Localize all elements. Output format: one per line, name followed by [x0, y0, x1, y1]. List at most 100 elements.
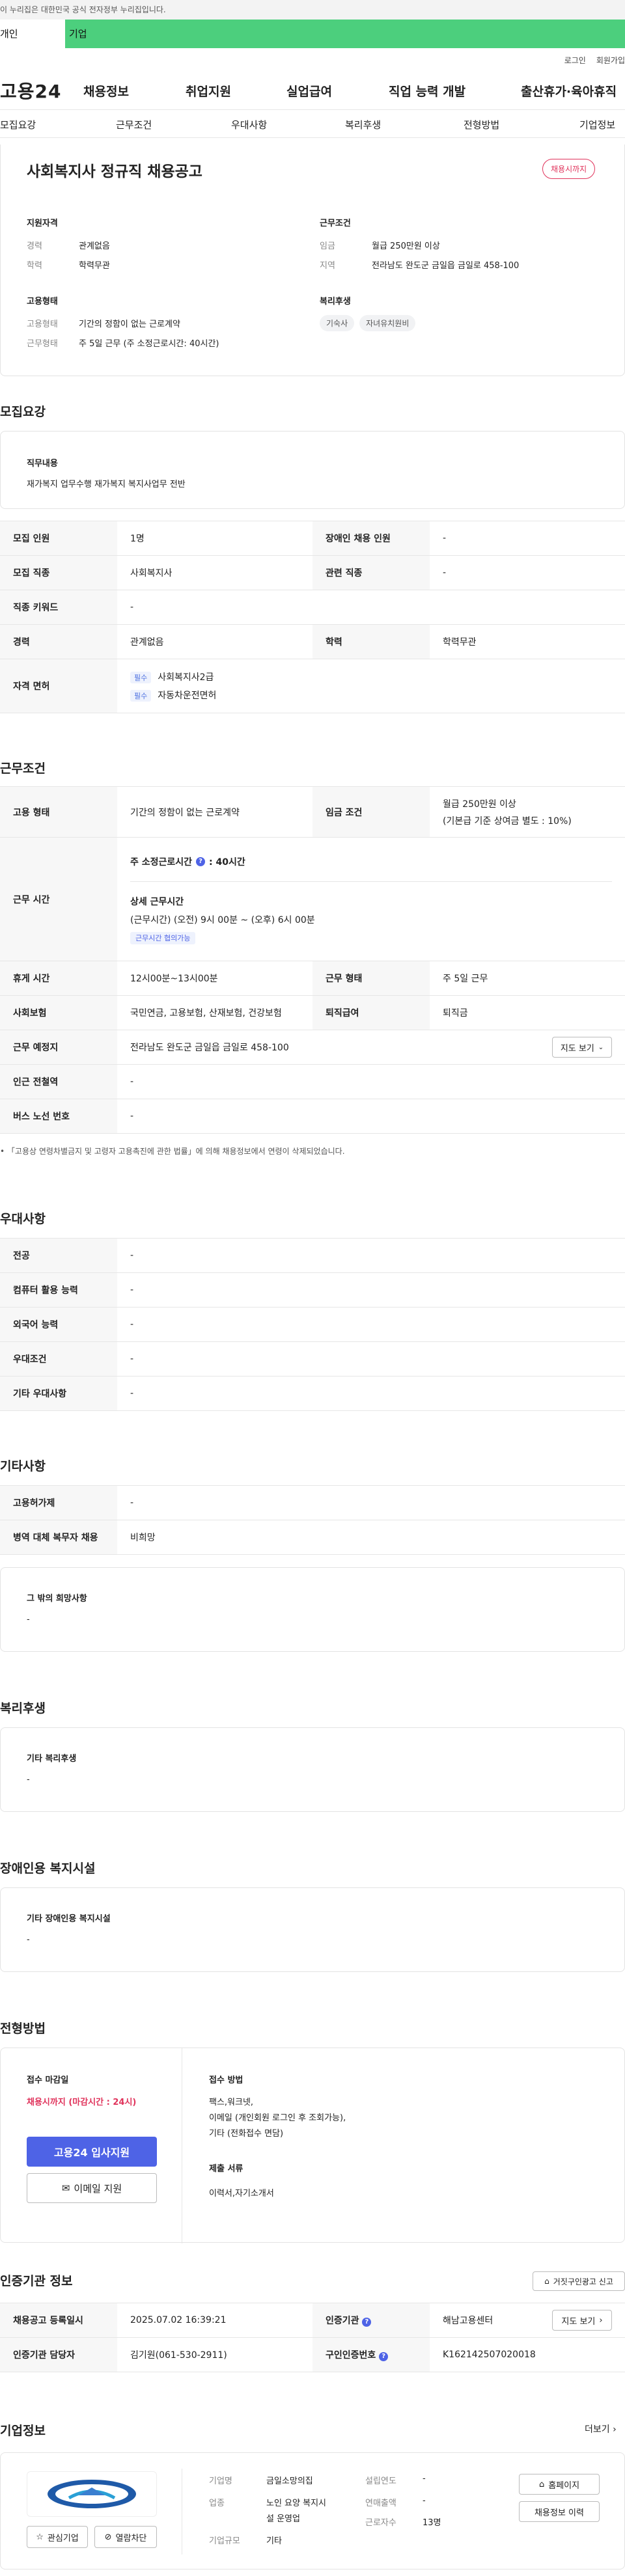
career-value: 관계없음 — [117, 624, 312, 659]
wish-card: 그 밖의 희망사항 - — [0, 1567, 625, 1652]
signup-link[interactable]: 회원가입 — [596, 55, 625, 66]
tab-personal[interactable]: 개인 — [0, 20, 65, 48]
tab-company[interactable]: 기업 — [65, 20, 87, 48]
docs-heading: 제출 서류 — [209, 2164, 243, 2174]
computer-skill-label: 컴퓨터 활용 능력 — [0, 1272, 117, 1308]
workplace-value: 전라남도 완도군 금일읍 금일로 458-100 — [130, 1043, 289, 1053]
method-heading: 접수 방법 — [209, 2076, 243, 2085]
company-more-label: 더보기 — [585, 2424, 610, 2435]
method-value-3: 기타 (전화접수 면담) — [209, 2129, 284, 2139]
info-icon[interactable]: ? — [362, 2318, 372, 2327]
industry-value-1: 노인 요양 복지시 — [266, 2499, 326, 2508]
tab-welfare[interactable]: 복리후생 — [345, 118, 381, 131]
workplace-cell: 전라남도 완도군 금일읍 금일로 458-100 지도 보기 ⌄ — [117, 1030, 625, 1065]
reg-date-label: 채용공고 등록일시 — [0, 2303, 117, 2338]
gnb-job-training[interactable]: 직업 능력 개발 — [389, 82, 465, 100]
info-icon[interactable]: ? — [379, 2352, 389, 2361]
welfare-badges: 기숙사 자녀유치원비 — [320, 315, 421, 331]
employment-heading: 고용형태 — [27, 297, 58, 307]
sales-value: - — [423, 2496, 426, 2506]
tab-recruit[interactable]: 모집요강 — [0, 118, 36, 131]
company-more-link[interactable]: 더보기 › — [585, 2422, 617, 2435]
tab-work-conditions[interactable]: 근무조건 — [116, 118, 152, 131]
company-card: ☆ 관심기업 ⊘ 열람차단 기업명 금일소망의집 업종 노인 요양 복지시 설 운영… — [0, 2452, 625, 2569]
block-view-button[interactable]: ⊘ 열람차단 — [94, 2526, 157, 2548]
disabled-facility-box-value: - — [27, 1935, 30, 1945]
duty-card: 직무내용 재가복지 업무수행 재가복지 복지사업무 전반 — [0, 431, 625, 509]
disabled-facility-card: 기타 장애인용 복지시설 - — [0, 1887, 625, 1972]
related-job-label: 관련 직종 — [312, 555, 430, 590]
break-value: 12시00분~13시00분 — [117, 961, 312, 996]
info-icon[interactable]: ? — [196, 857, 206, 866]
duty-heading: 직무내용 — [27, 459, 58, 469]
language-label: 외국어 능력 — [0, 1307, 117, 1342]
false-ad-report-label: 거짓구인광고 신고 — [553, 2277, 613, 2286]
retirement-label: 퇴직급여 — [312, 995, 430, 1030]
work-heading: 근무조건 — [0, 761, 46, 776]
welfare-card: 기타 복리후생 - — [0, 1727, 625, 1812]
job-history-button[interactable]: 채용정보 이력 — [519, 2501, 600, 2522]
map-button[interactable]: 지도 보기 ⌄ — [552, 1037, 612, 1058]
emp-type-label: 고용 형태 — [0, 786, 117, 838]
company-size-label: 기업규모 — [209, 2536, 240, 2546]
work-permit-label: 고용허가제 — [0, 1485, 117, 1520]
gnb-unemployment-benefit[interactable]: 실업급여 — [286, 82, 332, 100]
util-links: 로그인 회원가입 — [0, 48, 625, 72]
tab-company-info[interactable]: 기업정보 — [579, 118, 615, 131]
gnb-job-info[interactable]: 채용정보 — [83, 82, 129, 100]
email-apply-label: 이메일 지원 — [74, 2182, 122, 2195]
tab-preferences[interactable]: 우대사항 — [231, 118, 267, 131]
block-icon: ⊘ — [104, 2532, 112, 2542]
cert-agency-label: 인증기관 ? — [312, 2303, 430, 2338]
false-ad-report-button[interactable]: ⌂ 거짓구인광고 신고 — [533, 2271, 625, 2291]
wage-label: 임금 조건 — [312, 786, 430, 838]
agency-map-label: 지도 보기 — [561, 2316, 596, 2327]
prefer-heading: 우대사항 — [0, 1212, 46, 1226]
chevron-down-icon: ⌄ — [598, 1043, 604, 1051]
license-label: 자격 면허 — [0, 659, 117, 713]
welfare-heading: 복리후생 — [320, 297, 351, 307]
qual-edu-value: 학력무관 — [79, 261, 110, 271]
apply-button[interactable]: 고용24 입사지원 — [27, 2137, 157, 2167]
language-value: - — [117, 1307, 625, 1342]
cert-agency-value: 해남고용센터 — [443, 2316, 493, 2326]
military-service-value: 비희망 — [117, 1520, 625, 1555]
sales-label: 연매출액 — [365, 2499, 396, 2508]
preference-value: - — [117, 1341, 625, 1377]
work-permit-value: - — [117, 1485, 625, 1520]
hours-main-value: : 40시간 — [209, 857, 245, 868]
gov-notice-bar: 이 누리집은 대한민국 공식 전자정부 누리집입니다. — [0, 0, 625, 20]
tab-selection[interactable]: 전형방법 — [464, 118, 499, 131]
disabled-count-label: 장애인 채용 인원 — [312, 521, 430, 556]
company-name-value: 금일소망의집 — [266, 2476, 313, 2486]
hours-cell: 주 소정근로시간 ? : 40시간 상세 근무시간 (근무시간) (오전) 9시… — [117, 837, 625, 961]
deadline-value: 채용시까지 (마감시간 : 24시) — [27, 2098, 137, 2107]
email-apply-button[interactable]: ✉ 이메일 지원 — [27, 2173, 157, 2203]
education-value: 학력무관 — [430, 624, 625, 659]
docs-value: 이력서,자기소개서 — [209, 2189, 274, 2199]
career-label: 경력 — [0, 624, 117, 659]
homepage-button[interactable]: ⌂ 홈페이지 — [519, 2474, 600, 2495]
industry-label: 업종 — [209, 2499, 225, 2508]
site-logo[interactable]: 고용24 — [0, 77, 83, 103]
block-view-label: 열람차단 — [115, 2533, 147, 2543]
bus-label: 버스 노선 번호 — [0, 1099, 117, 1134]
gnb-parental-leave[interactable]: 출산휴가·육아휴직 — [521, 82, 617, 100]
work-table: 고용 형태 기간의 정함이 없는 근로계약 임금 조건 월급 250만원 이상 … — [0, 786, 625, 1134]
shift-value: 주 5일 근무 — [430, 961, 625, 996]
wage-bonus: (기본급 기준 상여금 별도 : 10%) — [443, 815, 572, 827]
agency-map-button[interactable]: 지도 보기 › — [552, 2310, 612, 2331]
military-service-label: 병역 대체 복무자 채용 — [0, 1520, 117, 1555]
related-job-value: - — [430, 555, 625, 590]
login-link[interactable]: 로그인 — [564, 55, 586, 66]
gnb-employment-support[interactable]: 취업지원 — [186, 82, 231, 100]
staff-value: 13명 — [423, 2518, 441, 2528]
cert-number-label-text: 구인인증번호 — [326, 2350, 376, 2361]
favorite-company-button[interactable]: ☆ 관심기업 — [27, 2526, 88, 2548]
company-heading: 기업정보 — [0, 2424, 46, 2438]
emp-type-label: 고용형태 — [27, 320, 58, 329]
welfare-box-heading: 기타 복리후생 — [27, 1754, 77, 1764]
bus-value: - — [117, 1099, 625, 1134]
hours-negotiable-tag: 근무시간 협의가능 — [130, 932, 196, 944]
hours-detail: (근무시간) (오전) 9시 00분 ~ (오후) 6시 00분 — [130, 915, 315, 925]
